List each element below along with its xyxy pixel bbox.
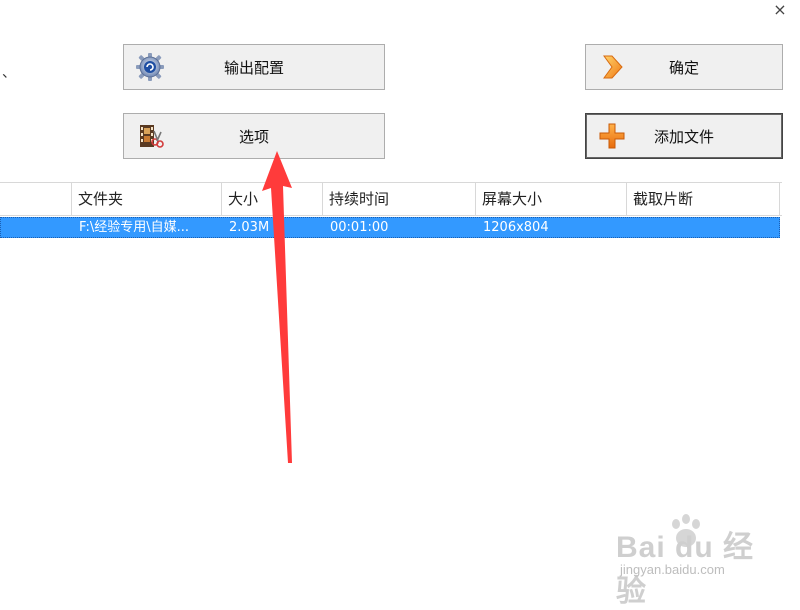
plus-icon: [598, 122, 626, 150]
output-config-button[interactable]: 输出配置: [123, 44, 385, 90]
cell-size: 2.03M: [229, 220, 270, 235]
film-scissors-icon: [136, 122, 164, 150]
cell-duration: 00:01:00: [330, 220, 389, 235]
table-row[interactable]: F:\经验专用\自媒... 2.03M 00:01:00 1206x804: [0, 217, 780, 238]
gear-icon: [136, 53, 164, 81]
column-header-folder[interactable]: 文件夹: [72, 183, 222, 215]
confirm-button[interactable]: 确定: [585, 44, 783, 90]
close-button[interactable]: ×: [772, 2, 788, 18]
column-header-screen-size[interactable]: 屏幕大小: [476, 183, 627, 215]
column-header-size[interactable]: 大小: [222, 183, 323, 215]
baidu-watermark: Bai du 经验 jingyan.baidu.com: [606, 512, 766, 608]
cell-screen-size: 1206x804: [483, 220, 549, 235]
column-header-clip[interactable]: 截取片断: [627, 183, 780, 215]
column-header-blank[interactable]: [0, 183, 72, 215]
column-header-duration[interactable]: 持续时间: [323, 183, 476, 215]
add-file-button[interactable]: 添加文件: [585, 113, 783, 159]
watermark-url: jingyan.baidu.com: [620, 562, 725, 577]
table-header: 文件夹 大小 持续时间 屏幕大小 截取片断: [0, 182, 782, 216]
cell-folder: F:\经验专用\自媒...: [79, 220, 190, 235]
stray-text: 、: [2, 65, 16, 81]
options-button[interactable]: 选项: [123, 113, 385, 159]
arrow-right-icon: [598, 53, 626, 81]
cell-clip: [628, 218, 781, 237]
